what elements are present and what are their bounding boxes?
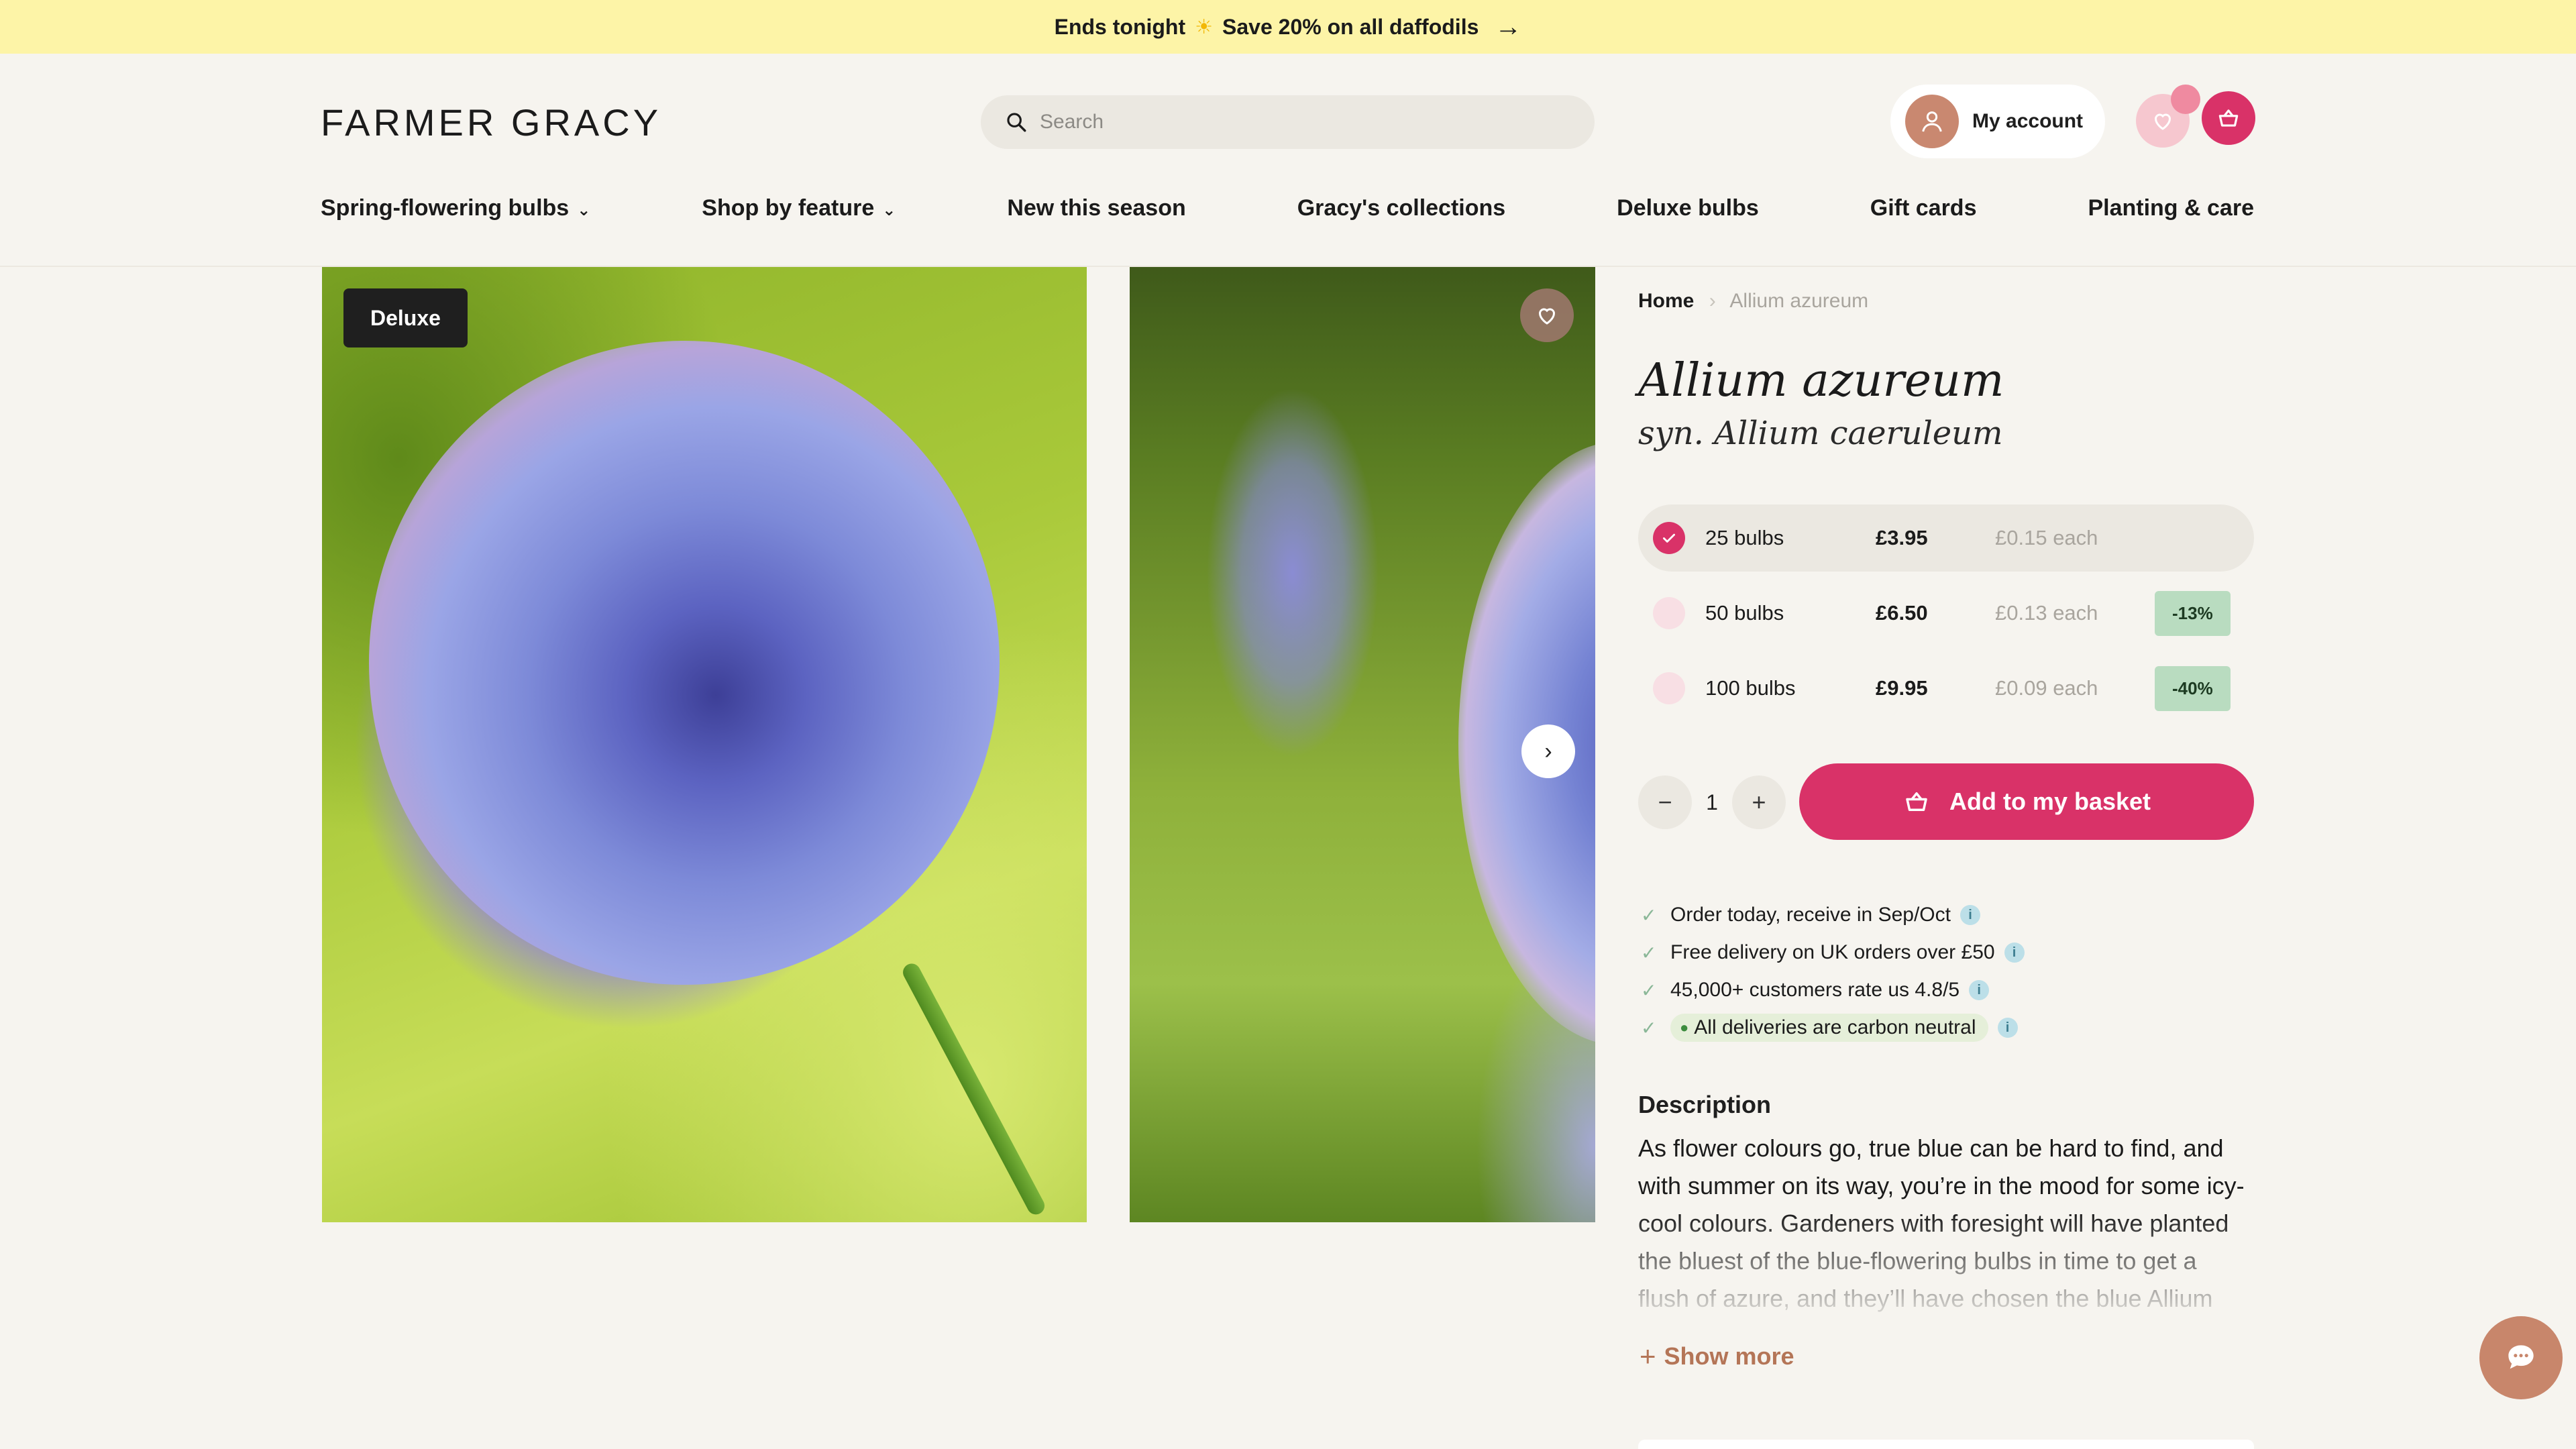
basket-icon xyxy=(1906,792,1927,811)
nav-item-gift-cards[interactable]: Gift cards xyxy=(1870,195,1977,221)
wishlist-indicator-dot xyxy=(2171,85,2200,114)
next-section-card xyxy=(1638,1440,2254,1449)
deluxe-badge: Deluxe xyxy=(343,288,468,347)
perk-item: ✓ ● All deliveries are carbon neutral i xyxy=(1641,1009,2025,1046)
basket-icon xyxy=(2218,109,2239,127)
option-100-bulbs[interactable]: 100 bulbs £9.95 £0.09 each -40% xyxy=(1638,655,2254,722)
option-each: £0.15 each xyxy=(1995,526,2098,549)
perk-text: Order today, receive in Sep/Oct xyxy=(1670,904,1951,926)
allium-flowerhead xyxy=(369,341,1000,985)
perk-item: ✓ Free delivery on UK orders over £50 i xyxy=(1641,934,2025,971)
option-price: £9.95 xyxy=(1876,676,1928,700)
nav-item-planting-care[interactable]: Planting & care xyxy=(2088,195,2254,221)
breadcrumb: Home › Allium azureum xyxy=(1638,290,1868,313)
heart-icon xyxy=(1538,308,1556,325)
increment-button[interactable]: + xyxy=(1731,775,1786,829)
breadcrumb-separator: › xyxy=(1709,290,1716,312)
nav-item-new-this-season[interactable]: New this season xyxy=(1007,195,1185,221)
perk-text: Free delivery on UK orders over £50 xyxy=(1670,941,1995,963)
breadcrumb-home[interactable]: Home xyxy=(1638,290,1694,312)
announcement-bar[interactable]: Ends tonight ☀ Save 20% on all daffodils… xyxy=(0,0,2576,54)
nav-label: Shop by feature xyxy=(702,195,875,221)
flower-stem xyxy=(900,960,1048,1218)
my-account-button[interactable]: My account xyxy=(1890,85,2105,158)
perk-text: All deliveries are carbon neutral xyxy=(1694,1016,1976,1038)
product-synonym: syn. Allium caeruleum xyxy=(1638,415,2003,452)
check-icon: ✓ xyxy=(1641,904,1657,926)
nav-item-deluxe-bulbs[interactable]: Deluxe bulbs xyxy=(1617,195,1759,221)
add-to-basket-button[interactable]: Add to my basket xyxy=(1799,763,2254,840)
search-input[interactable]: Search xyxy=(981,95,1595,149)
option-50-bulbs[interactable]: 50 bulbs £6.50 £0.13 each -13% xyxy=(1638,580,2254,647)
breadcrumb-current: Allium azureum xyxy=(1729,290,1869,312)
chat-button[interactable] xyxy=(2479,1316,2563,1399)
discount-badge: -13% xyxy=(2155,590,2231,636)
nav-item-shop-by-feature[interactable]: Shop by feature ⌄ xyxy=(702,195,896,221)
plus-icon: + xyxy=(1640,1340,1656,1372)
search-icon xyxy=(1007,113,1026,132)
radio-unselected[interactable] xyxy=(1653,597,1685,629)
chevron-down-icon: ⌄ xyxy=(577,201,591,219)
my-account-label: My account xyxy=(1972,110,2084,132)
quantity-stepper: − 1 + xyxy=(1638,775,1786,829)
check-icon xyxy=(1663,533,1675,543)
add-to-basket-label: Add to my basket xyxy=(1949,788,2151,815)
nav-item-gracys-collections[interactable]: Gracy's collections xyxy=(1297,195,1505,221)
show-more-label: Show more xyxy=(1664,1342,1794,1370)
info-icon[interactable]: i xyxy=(2004,943,2025,963)
arrow-right-icon: → xyxy=(1495,11,1522,42)
favorite-button[interactable] xyxy=(1520,288,1574,342)
basket-button[interactable] xyxy=(2202,91,2255,145)
user-icon xyxy=(1905,95,1959,148)
description-text: As flower colours go, true blue can be h… xyxy=(1638,1134,2245,1312)
announcement-text-before: Ends tonight xyxy=(1054,14,1186,39)
info-icon[interactable]: i xyxy=(1969,980,1990,1000)
radio-unselected[interactable] xyxy=(1653,672,1685,704)
heart-icon xyxy=(2154,113,2171,130)
pack-size-options: 25 bulbs £3.95 £0.15 each 50 bulbs £6.50… xyxy=(1638,504,2254,730)
option-each: £0.13 each xyxy=(1995,601,2098,625)
discount-badge: -40% xyxy=(2155,665,2231,711)
quantity-value[interactable]: 1 xyxy=(1706,790,1718,815)
site-logo[interactable]: FARMER GRACY xyxy=(321,101,661,144)
info-icon[interactable]: i xyxy=(1997,1018,2018,1038)
decrement-button[interactable]: − xyxy=(1638,775,1692,829)
chevron-right-icon: › xyxy=(1544,738,1552,764)
description-heading: Description xyxy=(1638,1091,1772,1118)
perk-text: 45,000+ customers rate us 4.8/5 xyxy=(1670,979,1960,1001)
chat-bubble-icon xyxy=(2508,1345,2534,1369)
option-qty: 100 bulbs xyxy=(1705,676,1796,700)
sun-icon: ☀ xyxy=(1195,15,1214,38)
option-each: £0.09 each xyxy=(1995,676,2098,700)
product-image-main[interactable]: Deluxe xyxy=(322,267,1087,1222)
info-icon[interactable]: i xyxy=(1960,905,1980,925)
chevron-down-icon: ⌄ xyxy=(882,201,896,219)
nav-item-spring-flowering-bulbs[interactable]: Spring-flowering bulbs ⌄ xyxy=(321,195,590,221)
option-qty: 50 bulbs xyxy=(1705,601,1784,625)
nav-label: Spring-flowering bulbs xyxy=(321,195,570,221)
main-nav: Spring-flowering bulbs ⌄ Shop by feature ⌄… xyxy=(321,189,2254,227)
option-qty: 25 bulbs xyxy=(1705,526,1784,549)
perks-list: ✓ Order today, receive in Sep/Oct i ✓ Fr… xyxy=(1641,896,2025,1046)
perk-item: ✓ Order today, receive in Sep/Oct i xyxy=(1641,896,2025,934)
product-image-secondary[interactable]: › xyxy=(1130,267,1595,1222)
check-icon: ✓ xyxy=(1641,979,1657,1001)
show-more-button[interactable]: + Show more xyxy=(1640,1340,1794,1373)
perk-item: ✓ 45,000+ customers rate us 4.8/5 i xyxy=(1641,971,2025,1009)
option-price: £6.50 xyxy=(1876,601,1928,625)
check-icon: ✓ xyxy=(1641,1017,1657,1038)
option-25-bulbs[interactable]: 25 bulbs £3.95 £0.15 each xyxy=(1638,504,2254,572)
leaf-icon: ● xyxy=(1680,1019,1689,1036)
gallery-next-button[interactable]: › xyxy=(1521,724,1575,778)
search-placeholder: Search xyxy=(1040,111,1104,133)
radio-selected[interactable] xyxy=(1653,522,1685,554)
option-price: £3.95 xyxy=(1876,526,1928,549)
carbon-neutral-pill: ● All deliveries are carbon neutral xyxy=(1670,1014,1988,1042)
product-title: Allium azureum xyxy=(1638,354,2004,407)
check-icon: ✓ xyxy=(1641,942,1657,963)
announcement-text-after: Save 20% on all daffodils xyxy=(1222,14,1479,39)
